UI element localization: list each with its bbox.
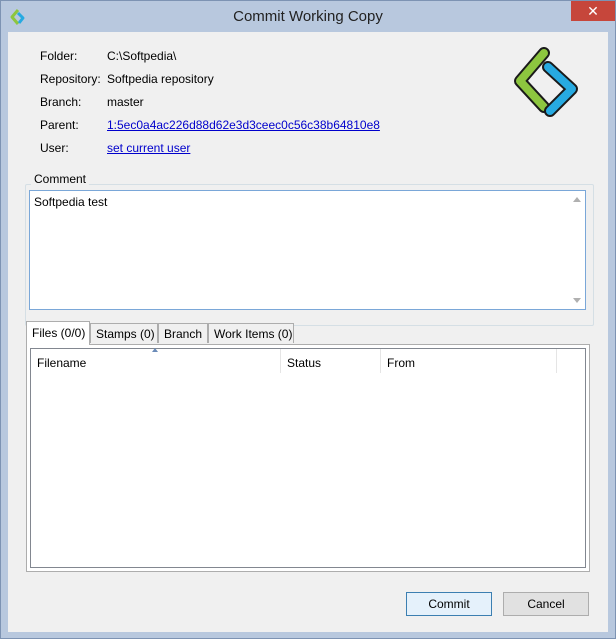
tab-work-items[interactable]: Work Items (0) xyxy=(208,323,294,343)
scroll-up-icon[interactable] xyxy=(573,197,581,202)
column-header-filler xyxy=(557,349,585,373)
column-header-filename[interactable]: Filename xyxy=(31,348,281,373)
files-list[interactable]: Filename Status From xyxy=(30,348,586,568)
close-button[interactable]: ✕ xyxy=(571,1,615,21)
tab-stamps[interactable]: Stamps (0) xyxy=(90,323,158,343)
column-header-from[interactable]: From xyxy=(381,349,557,373)
tab-files[interactable]: Files (0/0) xyxy=(26,321,90,345)
comment-group-label: Comment xyxy=(31,172,90,186)
folder-label: Folder: xyxy=(40,49,78,63)
plastic-logo-icon xyxy=(514,47,578,117)
files-tab-panel: Filename Status From xyxy=(26,344,590,572)
comment-text: Softpedia test xyxy=(34,195,108,209)
parent-label: Parent: xyxy=(40,118,79,132)
column-header-status[interactable]: Status xyxy=(281,349,381,373)
column-label-filename: Filename xyxy=(37,356,87,370)
commit-dialog-window: Commit Working Copy ✕ Folder: C:\Softped… xyxy=(0,0,616,639)
branch-value: master xyxy=(107,95,144,109)
scroll-down-icon[interactable] xyxy=(573,298,581,303)
comment-textarea[interactable]: Softpedia test xyxy=(29,190,586,310)
comment-scrollbar[interactable] xyxy=(569,191,585,309)
parent-changeset-link[interactable]: 1:5ec0a4ac226d88d62e3d3ceec0c56c38b64810… xyxy=(107,118,380,132)
set-current-user-link[interactable]: set current user xyxy=(107,141,190,155)
column-label-status: Status xyxy=(287,356,322,370)
folder-value: C:\Softpedia\ xyxy=(107,49,177,63)
title-bar[interactable]: Commit Working Copy ✕ xyxy=(1,1,615,32)
column-label-from: From xyxy=(387,356,415,370)
user-label: User: xyxy=(40,141,69,155)
dialog-client-area: Folder: C:\Softpedia\ Repository: Softpe… xyxy=(8,32,608,632)
tab-branch[interactable]: Branch xyxy=(158,323,208,343)
cancel-button[interactable]: Cancel xyxy=(503,592,589,616)
window-title: Commit Working Copy xyxy=(233,8,383,25)
repository-label: Repository: xyxy=(40,72,101,86)
repository-value: Softpedia repository xyxy=(107,72,214,86)
close-icon: ✕ xyxy=(587,3,599,19)
branch-label: Branch: xyxy=(40,95,82,109)
commit-button[interactable]: Commit xyxy=(406,592,492,616)
sort-ascending-icon xyxy=(152,348,158,352)
